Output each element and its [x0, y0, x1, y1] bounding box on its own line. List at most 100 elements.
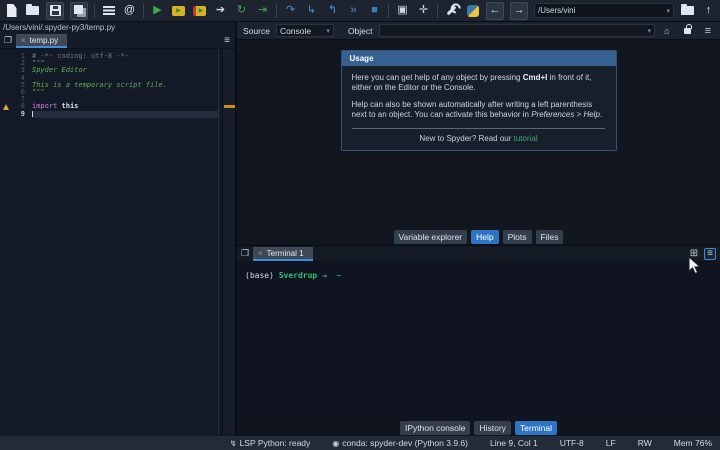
fullscreen-icon[interactable]: ✛	[416, 3, 431, 19]
status-eol-label: LF	[605, 438, 616, 448]
terminal-prompt-segment: ~	[331, 271, 342, 280]
rerun-cell-icon[interactable]: ↻	[234, 3, 249, 19]
usage-title: Usage	[341, 51, 616, 66]
find-symbol-icon[interactable]: @	[122, 3, 137, 19]
status-conda: ◉ conda: spyder-dev (Python 3.9.6)	[332, 438, 468, 448]
terminal-prompt-segment: (base)	[245, 271, 279, 280]
python-env-icon[interactable]	[465, 3, 480, 19]
browse-tabs-icon[interactable]: ❐	[0, 35, 16, 48]
help-header: Source Console ▾ Object ▾ ⌂ ≡	[237, 22, 720, 40]
save-all-icon	[73, 5, 83, 14]
status-bar: ↯ LSP Python: ready ◉ conda: spyder-dev (Py…	[0, 436, 720, 450]
source-label: Source	[243, 25, 270, 36]
usage-paragraph-2: Help can also be shown automatically aft…	[351, 100, 603, 119]
debug-step-out-icon[interactable]: ↰	[325, 3, 340, 19]
help-options-menu-icon[interactable]: ≡	[702, 25, 714, 37]
run-cell-icon: ▶	[172, 5, 185, 16]
edge-line	[218, 49, 219, 434]
code-lines[interactable]: # -*- coding: utf-8 -*- """ Spyder Editor T…	[32, 52, 219, 118]
gutter-row: 8	[0, 103, 30, 110]
terminal-tab-1[interactable]: × Terminal 1	[253, 247, 313, 261]
browse-tabs-icon[interactable]: ❐	[237, 248, 253, 261]
warning-scroll-marker[interactable]	[224, 105, 235, 108]
object-input[interactable]: ▾	[378, 24, 656, 37]
kbd-cmd-i: Cmd+I	[522, 73, 548, 82]
preferences-icon[interactable]	[444, 3, 459, 19]
forward-icon[interactable]: →	[510, 1, 528, 20]
status-memory: Mem 76%	[674, 438, 712, 448]
editor-options-menu-icon[interactable]: ≡	[224, 35, 235, 48]
browse-directory-icon[interactable]	[680, 3, 695, 19]
toolbar-separator	[388, 3, 389, 18]
debug-step-over-icon[interactable]: ↷	[283, 3, 298, 19]
lock-icon[interactable]	[683, 23, 692, 34]
warning-icon[interactable]	[2, 103, 9, 110]
debug-step-into-icon[interactable]: ↳	[304, 3, 319, 19]
code-line: Spyder Editor	[32, 67, 219, 74]
gutter-row: 7	[0, 95, 30, 103]
status-cursor-position: Line 9, Col 1	[490, 438, 538, 448]
code-line: # -*- coding: utf-8 -*-	[32, 52, 219, 60]
file-switcher-icon[interactable]	[101, 3, 116, 19]
working-directory-combo[interactable]: /Users/vini ▾	[534, 3, 674, 18]
working-directory-value: /Users/vini	[538, 6, 576, 15]
terminal-output[interactable]: (base) Sverdrup → ~	[237, 262, 720, 280]
tutorial-link[interactable]: tutorial	[514, 134, 538, 143]
status-lsp-label: LSP Python: ready	[239, 438, 311, 448]
toolbar-icons: @ ▶ ▶ ▶ ➔ ↻ ⇥ ↷ ↳ ↰ » ■ ▣ ✛ ← →	[4, 1, 528, 20]
code-line: """	[32, 88, 219, 96]
code-line: import this	[32, 103, 219, 110]
tab-terminal[interactable]: Terminal	[514, 421, 558, 435]
open-file-icon[interactable]	[25, 3, 40, 19]
close-icon[interactable]: ×	[258, 249, 263, 258]
close-icon[interactable]: ×	[21, 36, 26, 45]
tab-help[interactable]: Help	[471, 230, 499, 244]
run-cell-icon[interactable]: ▶	[171, 3, 186, 19]
editor-gutter[interactable]: 123456789	[0, 52, 30, 118]
editor-pane: /Users/vini/.spyder-py3/temp.py ❐ × temp…	[0, 22, 236, 436]
run-icon[interactable]: ▶	[150, 3, 165, 19]
new-file-icon[interactable]	[4, 3, 19, 19]
tab-files[interactable]: Files	[535, 230, 564, 244]
gutter-row: 5	[0, 81, 30, 89]
debug-stop-icon[interactable]: ■	[367, 3, 382, 19]
status-memory-label: Mem 76%	[673, 438, 712, 448]
terminal-pane: ❐ × Terminal 1 ⊞ ≡ (base) Sverdrup → ~	[237, 245, 720, 420]
tab-ipython-console[interactable]: IPython console	[399, 421, 471, 435]
chevron-down-icon[interactable]: ▾	[666, 7, 670, 15]
gutter-row: 4	[0, 74, 30, 82]
status-conda-label: conda: spyder-dev (Python 3.9.6)	[342, 438, 468, 448]
file-switcher-icon	[102, 6, 115, 15]
save-all-icon[interactable]	[70, 1, 88, 20]
home-icon[interactable]: ⌂	[661, 26, 672, 36]
tab-history[interactable]: History	[474, 421, 511, 435]
editor-scrollbar[interactable]	[222, 49, 235, 434]
tab-variable-explorer[interactable]: Variable explorer	[393, 230, 468, 244]
run-until-icon[interactable]: ⇥	[255, 3, 270, 19]
breadcrumb: /Users/vini/.spyder-py3/temp.py	[0, 22, 235, 33]
back-icon[interactable]: ←	[486, 1, 504, 20]
main-toolbar: @ ▶ ▶ ▶ ➔ ↻ ⇥ ↷ ↳ ↰ » ■ ▣ ✛ ← → /Users/vini ▾ ↑	[0, 0, 720, 22]
code-editor[interactable]: 123456789 # -*- coding: utf-8 -*- """ Spyd…	[0, 49, 235, 434]
parent-directory-icon[interactable]: ↑	[701, 3, 716, 19]
source-value: Console	[279, 25, 312, 36]
editor-tab-label: temp.py	[29, 36, 59, 45]
editor-tab-temp-py[interactable]: × temp.py	[16, 34, 68, 48]
run-cell-advance-icon[interactable]: ▶	[192, 3, 207, 19]
chevron-down-icon: ▾	[326, 27, 330, 35]
status-permissions: RW	[638, 438, 652, 448]
source-select[interactable]: Console ▾	[275, 24, 334, 37]
debug-continue-icon[interactable]: »	[346, 3, 361, 19]
code-token: # -*- coding: utf-8 -*-	[32, 52, 129, 60]
run-selection-icon[interactable]: ➔	[213, 3, 228, 19]
help-pane: Source Console ▾ Object ▾ ⌂ ≡ Usage Here…	[237, 22, 720, 245]
save-icon[interactable]	[46, 1, 64, 20]
maximize-pane-icon[interactable]: ▣	[395, 3, 410, 19]
terminal-options-menu-icon[interactable]: ≡	[704, 248, 716, 260]
gutter-row: 3	[0, 67, 30, 74]
usage-box: Usage Here you can get help of any objec…	[340, 50, 617, 151]
folder-icon	[681, 4, 694, 15]
save-icon	[49, 5, 61, 16]
mouse-cursor	[688, 256, 701, 275]
tab-plots[interactable]: Plots	[502, 230, 532, 244]
